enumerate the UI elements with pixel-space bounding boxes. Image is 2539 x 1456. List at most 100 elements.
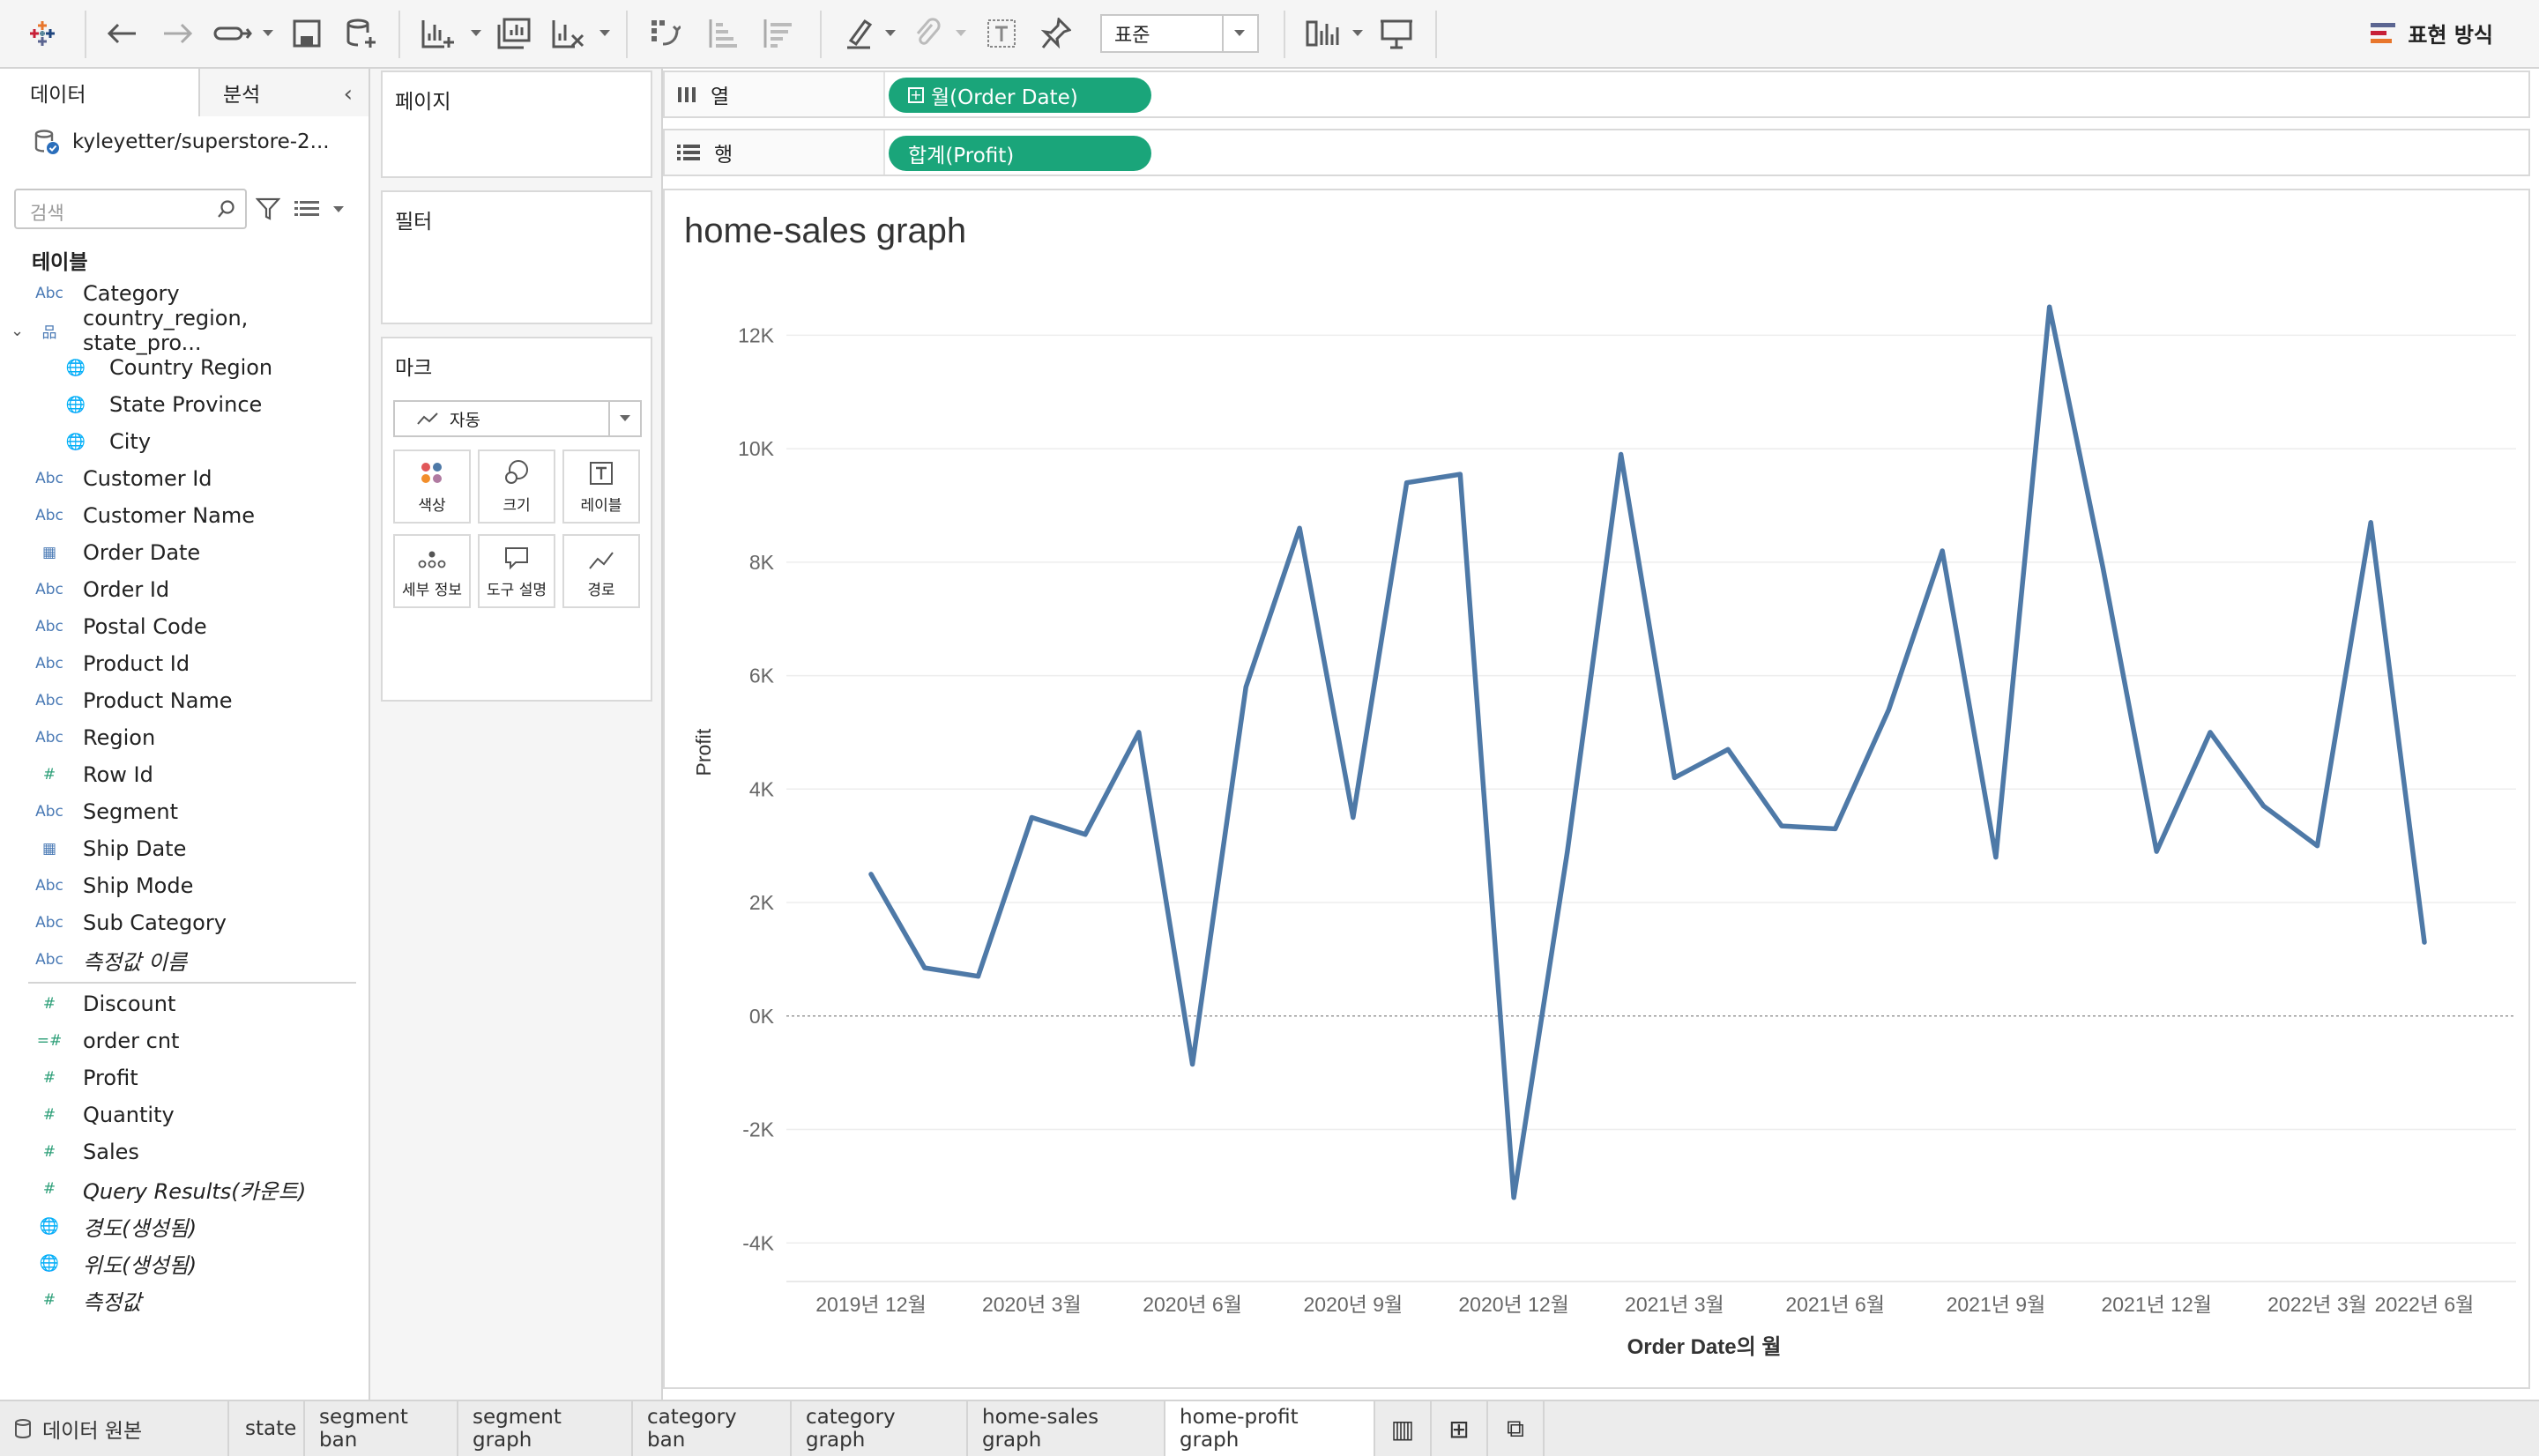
field-item[interactable]: 🌐 State Province [0, 386, 369, 423]
highlight-icon[interactable] [839, 14, 878, 53]
group-paperclip-icon[interactable] [908, 14, 947, 53]
detail-button[interactable]: 세부 정보 [393, 534, 471, 608]
data-source-tab[interactable]: 데이터 원본 [0, 1401, 229, 1456]
sort-ascending-icon[interactable] [704, 14, 742, 53]
text-field-icon: Abc [35, 507, 63, 524]
field-item[interactable]: ⌄ 品 country_region, state_pro... [0, 306, 369, 355]
field-item[interactable]: Abc Segment [0, 793, 369, 830]
field-item[interactable]: 🌐 City [0, 423, 369, 460]
data-source[interactable]: kyleyetter/superstore-2... [0, 116, 369, 167]
tab-analysis[interactable]: 분석 ‹ [197, 69, 369, 116]
swap-sheets-icon[interactable] [212, 14, 254, 53]
new-dashboard-tab-icon[interactable]: ⊞ [1432, 1401, 1488, 1456]
rows-shelf[interactable]: 행 합계(Profit) [663, 129, 2530, 176]
chevron-down-icon[interactable] [1352, 30, 1363, 36]
pin-icon[interactable] [1037, 14, 1076, 53]
field-item[interactable]: Abc 측정값 이름 [0, 941, 369, 978]
field-label: Region [83, 725, 156, 750]
search-row: 검색 [14, 189, 361, 229]
field-item[interactable]: # Discount [0, 985, 369, 1022]
field-item[interactable]: # Row Id [0, 756, 369, 793]
sheet-tab[interactable]: home-profit graph [1165, 1401, 1375, 1456]
chevron-down-icon[interactable] [599, 30, 610, 36]
save-icon[interactable] [287, 14, 326, 53]
expand-hierarchy-icon[interactable]: ⌄ [11, 322, 24, 340]
path-button[interactable]: 경로 [562, 534, 640, 608]
new-story-tab-icon[interactable]: ⧉ [1488, 1401, 1545, 1456]
field-item[interactable]: 🌐 위도(생성됨) [0, 1244, 369, 1281]
fit-select[interactable]: 표준 [1100, 14, 1259, 53]
sort-descending-icon[interactable] [758, 14, 797, 53]
field-item[interactable]: 🌐 경도(생성됨) [0, 1207, 369, 1244]
field-item[interactable]: # Profit [0, 1059, 369, 1096]
show-cards-icon[interactable] [1303, 14, 1344, 53]
mark-type-dropdown[interactable] [608, 402, 640, 435]
filters-card[interactable]: 필터 [381, 190, 652, 324]
tableau-logo-icon[interactable] [25, 14, 60, 53]
field-item[interactable]: Abc Ship Mode [0, 867, 369, 904]
field-item[interactable]: Abc Order Id [0, 571, 369, 608]
field-item[interactable]: Abc Product Id [0, 645, 369, 682]
field-item[interactable]: # Sales [0, 1133, 369, 1170]
fit-select-dropdown[interactable] [1222, 16, 1257, 51]
row-pill[interactable]: 합계(Profit) [889, 136, 1151, 171]
chevron-down-icon[interactable] [956, 30, 966, 36]
color-button[interactable]: 색상 [393, 449, 471, 524]
redo-icon[interactable] [159, 14, 197, 53]
field-item[interactable]: 🌐 Country Region [0, 349, 369, 386]
new-worksheet-icon[interactable] [418, 14, 458, 53]
field-item[interactable]: Abc Product Name [0, 682, 369, 719]
field-item[interactable]: Abc Customer Name [0, 497, 369, 534]
sheet-tab[interactable]: state [231, 1401, 305, 1456]
field-item[interactable]: # Quantity [0, 1096, 369, 1133]
new-data-source-icon[interactable] [342, 14, 381, 53]
tooltip-button[interactable]: 도구 설명 [478, 534, 555, 608]
viz-area[interactable]: home-sales graph -4K -2K 0K 2K 4K 6K 8K 10K 12K P… [663, 189, 2530, 1389]
chevron-down-icon[interactable] [885, 30, 896, 36]
show-me-button[interactable]: 표현 방식 [2371, 18, 2493, 48]
duplicate-sheet-icon[interactable] [494, 14, 534, 53]
sheet-tab[interactable]: segment graph [458, 1401, 633, 1456]
swap-rows-columns-icon[interactable] [645, 14, 684, 53]
calculated-field-icon: =# [36, 1032, 63, 1050]
undo-icon[interactable] [102, 14, 141, 53]
tab-data[interactable]: 데이터 [0, 69, 198, 116]
chevron-down-icon[interactable] [333, 206, 344, 212]
field-item[interactable]: ▦ Order Date [0, 534, 369, 571]
mark-type-select[interactable]: 자동 [393, 400, 642, 437]
search-input[interactable]: 검색 [14, 189, 247, 229]
presentation-mode-icon[interactable] [1377, 14, 1416, 53]
filter-icon[interactable] [256, 197, 280, 220]
sheet-tab[interactable]: category graph [792, 1401, 968, 1456]
field-item[interactable]: =# order cnt [0, 1022, 369, 1059]
x-tick-label: 2020년 3월 [982, 1293, 1082, 1316]
label-button[interactable]: 레이블 [562, 449, 640, 524]
field-item[interactable]: # Query Results(카운트) [0, 1170, 369, 1207]
sheet-tab[interactable]: category ban [633, 1401, 792, 1456]
field-item[interactable]: Abc Customer Id [0, 460, 369, 497]
field-item[interactable]: # 측정값 [0, 1281, 369, 1319]
line-chart[interactable]: -4K -2K 0K 2K 4K 6K 8K 10K 12K Profit 2019년 12월 202… [665, 190, 2528, 1387]
chevron-down-icon[interactable] [471, 30, 481, 36]
field-item[interactable]: Abc Region [0, 719, 369, 756]
chevron-down-icon[interactable] [263, 30, 273, 36]
column-pill[interactable]: + 월(Order Date) [889, 78, 1151, 113]
rows-shelf-header: 행 [665, 130, 885, 175]
sheet-tab[interactable]: segment ban [305, 1401, 458, 1456]
columns-shelf[interactable]: 열 + 월(Order Date) [663, 71, 2530, 118]
marks-card: 마크 자동 색상 크기 레이블 세부 정보 도구 설명 경로 [381, 337, 652, 702]
text-field-icon: Abc [35, 285, 63, 302]
pages-card[interactable]: 페이지 [381, 71, 652, 178]
show-labels-icon[interactable] [982, 14, 1021, 53]
new-worksheet-tab-icon[interactable]: ▥ [1375, 1401, 1432, 1456]
field-item[interactable]: ▦ Ship Date [0, 830, 369, 867]
field-item[interactable]: Abc Postal Code [0, 608, 369, 645]
field-item[interactable]: Abc Sub Category [0, 904, 369, 941]
text-field-icon: Abc [35, 803, 63, 821]
size-button[interactable]: 크기 [478, 449, 555, 524]
view-list-icon[interactable] [294, 199, 319, 219]
collapse-pane-icon[interactable]: ‹ [344, 81, 353, 108]
sheet-tab[interactable]: home-sales graph [968, 1401, 1165, 1456]
data-point [1672, 775, 1677, 780]
clear-sheet-icon[interactable] [548, 14, 589, 53]
